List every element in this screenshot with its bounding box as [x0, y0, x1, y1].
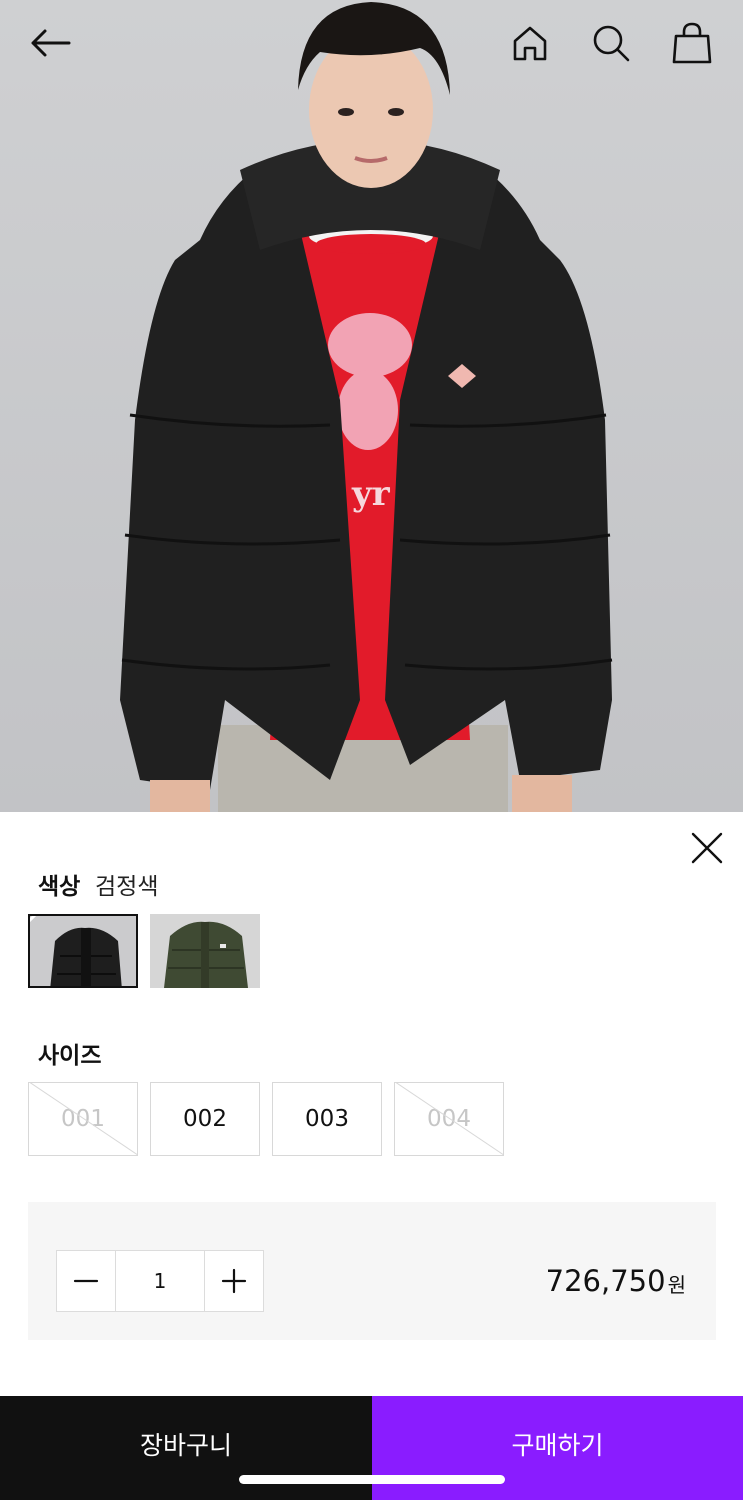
size-option-001: 001 [28, 1082, 138, 1156]
close-button[interactable] [683, 824, 731, 872]
size-option-002[interactable]: 002 [150, 1082, 260, 1156]
search-button[interactable] [586, 18, 636, 68]
home-icon [513, 26, 547, 61]
size-label: 사이즈 [38, 1043, 102, 1069]
plus-icon [221, 1268, 246, 1294]
minus-icon [74, 1279, 99, 1283]
increase-quantity-button[interactable] [205, 1251, 263, 1311]
quantity-value[interactable]: 1 [115, 1251, 205, 1311]
close-icon [691, 832, 723, 864]
bottom-action-bar: 장바구니 구매하기 [0, 1396, 743, 1500]
color-swatch-black[interactable] [28, 914, 138, 988]
quantity-stepper: 1 [56, 1250, 264, 1312]
size-option-label: 002 [183, 1106, 227, 1132]
price-unit: 원 [667, 1272, 686, 1297]
product-photo-illustration: yr [120, 2, 613, 812]
add-to-cart-button[interactable]: 장바구니 [0, 1396, 372, 1500]
size-option-004: 004 [394, 1082, 504, 1156]
top-navigation [0, 0, 743, 90]
home-button[interactable] [505, 18, 555, 68]
selected-color-value: 검정색 [95, 874, 159, 900]
buy-now-button[interactable]: 구매하기 [372, 1396, 743, 1500]
product-image: yr [0, 0, 743, 812]
shopping-bag-icon [672, 22, 712, 64]
check-icon [30, 916, 37, 923]
color-swatch-olive[interactable] [150, 914, 260, 988]
cart-button[interactable] [667, 18, 717, 68]
home-indicator[interactable] [239, 1475, 505, 1484]
size-option-label: 003 [305, 1106, 349, 1132]
total-price: 726,750 원 [546, 1250, 686, 1312]
price-amount: 726,750 [545, 1264, 666, 1298]
search-icon [593, 25, 630, 62]
size-option-003[interactable]: 003 [272, 1082, 382, 1156]
arrow-left-icon [31, 29, 71, 57]
size-option-label: 001 [61, 1106, 105, 1132]
size-option-label: 004 [427, 1106, 471, 1132]
back-button[interactable] [25, 18, 75, 68]
decrease-quantity-button[interactable] [57, 1251, 115, 1311]
quantity-price-panel: 1 726,750 원 [28, 1202, 716, 1340]
olive-jacket-thumbnail [150, 914, 260, 988]
svg-text:yr: yr [351, 474, 391, 514]
color-label: 색상 [38, 874, 81, 900]
